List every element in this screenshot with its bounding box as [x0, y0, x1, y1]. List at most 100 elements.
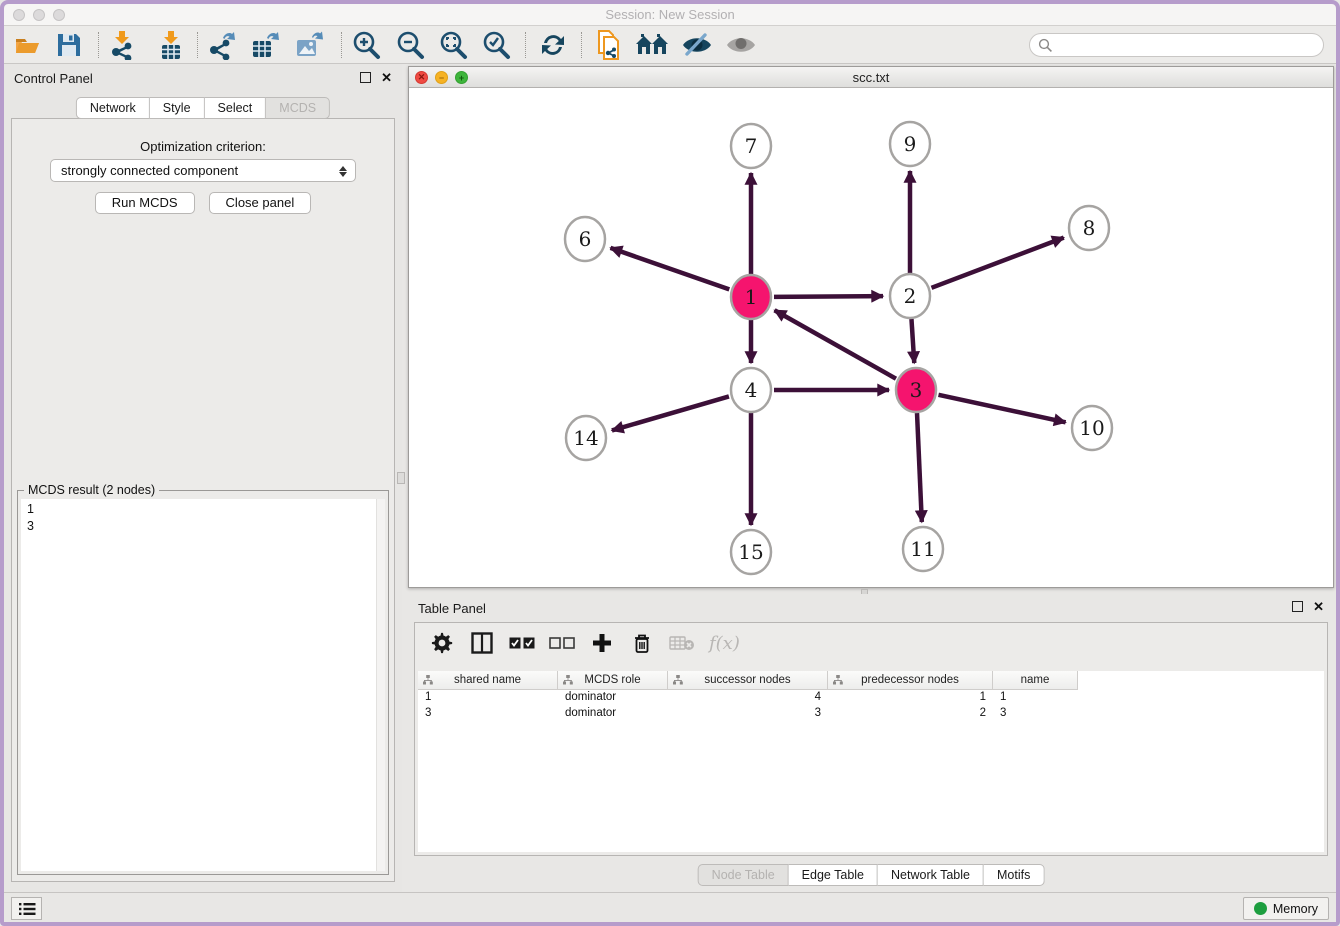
table-cell[interactable]: 3: [993, 706, 1078, 722]
float-table-panel-icon[interactable]: [1292, 601, 1303, 612]
node-1[interactable]: 1: [731, 275, 771, 319]
search-icon: [1038, 38, 1053, 53]
table-cell[interactable]: 1: [418, 690, 558, 706]
export-network-icon[interactable]: [205, 29, 239, 61]
node-11[interactable]: 11: [903, 527, 943, 571]
zoom-fit-icon[interactable]: [436, 29, 470, 61]
show-graphics-details-icon[interactable]: [724, 29, 758, 61]
add-column-icon[interactable]: [589, 630, 615, 656]
edge-1-6[interactable]: [610, 248, 729, 290]
tab-select[interactable]: Select: [205, 97, 267, 119]
svg-text:1: 1: [745, 285, 758, 309]
zoom-in-icon[interactable]: [349, 29, 383, 61]
svg-text:10: 10: [1079, 416, 1104, 440]
edge-2-3[interactable]: [911, 319, 914, 363]
task-history-button[interactable]: [11, 897, 42, 920]
table-cell[interactable]: dominator: [558, 706, 668, 722]
table-cell[interactable]: 2: [828, 706, 993, 722]
table-cell[interactable]: 1: [828, 690, 993, 706]
zoom-out-icon[interactable]: [393, 29, 427, 61]
network-view-window[interactable]: ✕ − + scc.txt 7 9 6 8 1 2 4 3 14 10 15 11: [408, 66, 1334, 588]
tab-style[interactable]: Style: [150, 97, 205, 119]
delete-column-icon[interactable]: [629, 630, 655, 656]
hide-graphics-details-icon[interactable]: [680, 29, 714, 61]
clone-network-icon[interactable]: [592, 29, 626, 61]
control-panel: Control Panel ✕ NetworkStyleSelectMCDS O…: [4, 64, 402, 892]
deselect-all-icon[interactable]: [549, 630, 575, 656]
result-scrollbar[interactable]: [376, 499, 385, 871]
network-window-titlebar[interactable]: ✕ − + scc.txt: [409, 67, 1333, 88]
run-mcds-button[interactable]: Run MCDS: [95, 192, 195, 214]
node-9[interactable]: 9: [890, 122, 930, 166]
save-session-icon[interactable]: [52, 29, 86, 61]
node-4[interactable]: 4: [731, 368, 771, 412]
edge-3-11[interactable]: [917, 413, 922, 522]
node-3[interactable]: 3: [896, 368, 936, 412]
close-table-panel-icon[interactable]: ✕: [1313, 601, 1324, 612]
edge-3-1[interactable]: [775, 310, 896, 378]
export-image-icon[interactable]: [292, 29, 326, 61]
close-panel-button[interactable]: Close panel: [209, 192, 312, 214]
node-15[interactable]: 15: [731, 530, 771, 574]
tab-network-table[interactable]: Network Table: [878, 864, 984, 886]
maximize-window-button[interactable]: [53, 9, 65, 21]
home-icon[interactable]: [635, 29, 669, 61]
zoom-selected-icon[interactable]: [479, 29, 513, 61]
table-cell[interactable]: 3: [418, 706, 558, 722]
import-table-icon[interactable]: [154, 29, 188, 61]
node-14[interactable]: 14: [566, 416, 606, 460]
import-network-icon[interactable]: [105, 29, 139, 61]
split-view-icon[interactable]: [469, 630, 495, 656]
edge-3-10[interactable]: [938, 395, 1065, 422]
node-6[interactable]: 6: [565, 217, 605, 261]
network-window-title: scc.txt: [409, 67, 1333, 88]
table-panel: Table Panel ✕: [408, 594, 1334, 892]
mcds-result-title: MCDS result (2 nodes): [24, 483, 159, 497]
tab-mcds[interactable]: MCDS: [266, 97, 330, 119]
table-row[interactable]: 3dominator323: [418, 706, 1078, 722]
window-controls[interactable]: [13, 9, 65, 21]
float-panel-icon[interactable]: [360, 72, 371, 83]
column-header-name[interactable]: name: [993, 671, 1078, 689]
panel-divider-handle[interactable]: [397, 472, 405, 484]
table-cell[interactable]: 1: [993, 690, 1078, 706]
tab-node-table[interactable]: Node Table: [698, 864, 789, 886]
node-table[interactable]: shared nameMCDS rolesuccessor nodesprede…: [418, 671, 1324, 852]
function-builder-icon: f(x): [709, 633, 740, 654]
close-window-button[interactable]: [13, 9, 25, 21]
tab-network[interactable]: Network: [76, 97, 150, 119]
search-input[interactable]: [1029, 33, 1324, 57]
svg-text:2: 2: [904, 284, 917, 308]
export-table-icon[interactable]: [248, 29, 282, 61]
refresh-view-icon[interactable]: [536, 29, 570, 61]
settings-icon[interactable]: [429, 630, 455, 656]
network-minimize-icon[interactable]: −: [435, 71, 448, 84]
edge-4-14[interactable]: [612, 396, 729, 430]
edge-1-2[interactable]: [774, 296, 883, 297]
tab-edge-table[interactable]: Edge Table: [789, 864, 878, 886]
optimization-criterion-select[interactable]: strongly connected component: [50, 159, 356, 182]
column-header-successor-nodes[interactable]: successor nodes: [668, 671, 828, 689]
table-cell[interactable]: dominator: [558, 690, 668, 706]
table-cell[interactable]: 4: [668, 690, 828, 706]
column-header-MCDS-role[interactable]: MCDS role: [558, 671, 668, 689]
column-header-shared-name[interactable]: shared name: [418, 671, 558, 689]
node-7[interactable]: 7: [731, 124, 771, 168]
table-row[interactable]: 1dominator411: [418, 690, 1078, 706]
node-8[interactable]: 8: [1069, 206, 1109, 250]
minimize-window-button[interactable]: [33, 9, 45, 21]
select-all-icon[interactable]: [509, 630, 535, 656]
network-close-icon[interactable]: ✕: [415, 71, 428, 84]
close-panel-icon[interactable]: ✕: [381, 72, 392, 83]
table-cell[interactable]: 3: [668, 706, 828, 722]
tab-motifs[interactable]: Motifs: [984, 864, 1044, 886]
memory-button[interactable]: Memory: [1243, 897, 1329, 920]
network-maximize-icon[interactable]: +: [455, 71, 468, 84]
network-canvas[interactable]: 7 9 6 8 1 2 4 3 14 10 15 11: [409, 88, 1333, 587]
mcds-result-area[interactable]: 1 3: [21, 499, 385, 871]
edge-2-8[interactable]: [932, 238, 1064, 288]
node-10[interactable]: 10: [1072, 406, 1112, 450]
column-header-predecessor-nodes[interactable]: predecessor nodes: [828, 671, 993, 689]
node-2[interactable]: 2: [890, 274, 930, 318]
open-session-icon[interactable]: [10, 29, 44, 61]
